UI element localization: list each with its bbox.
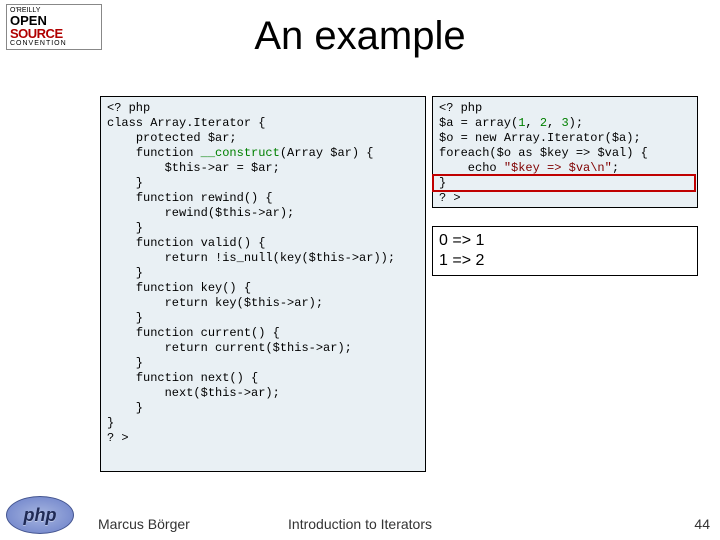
- output-line: 0 => 1: [439, 231, 691, 251]
- slide-footer: php Marcus Börger Introduction to Iterat…: [0, 496, 720, 534]
- footer-page-number: 44: [694, 516, 710, 532]
- output-line: 1 => 2: [439, 251, 691, 271]
- footer-title: Introduction to Iterators: [0, 516, 720, 532]
- slide-title: An example: [0, 14, 720, 59]
- code-block-class-definition: <? php class Array.Iterator { protected …: [100, 96, 426, 472]
- code-block-usage: <? php $a = array(1, 2, 3); $o = new Arr…: [432, 96, 698, 208]
- output-box: 0 => 1 1 => 2: [432, 226, 698, 276]
